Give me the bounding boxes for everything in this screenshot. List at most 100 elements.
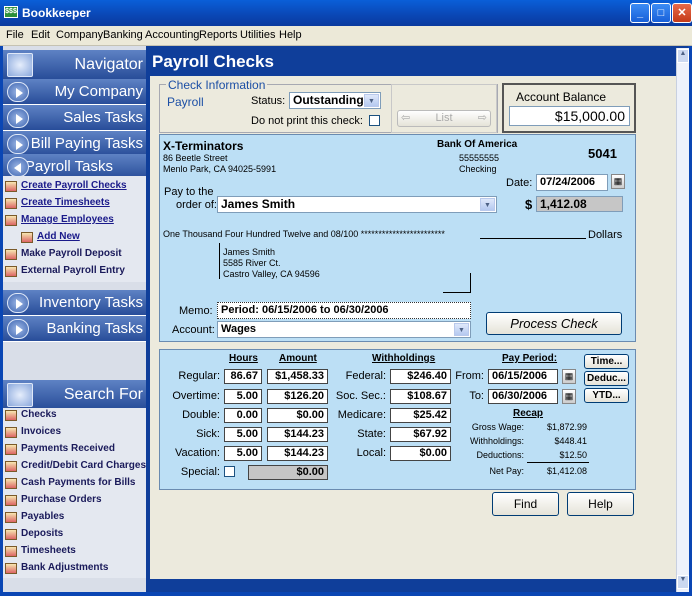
menu-banking[interactable]: Banking bbox=[103, 29, 143, 41]
address-name: James Smith bbox=[223, 247, 276, 257]
check-info-label: Check Information bbox=[166, 78, 268, 92]
signature-mark bbox=[470, 273, 471, 293]
process-check-button[interactable]: Process Check bbox=[486, 312, 622, 335]
minimize-button[interactable]: _ bbox=[630, 3, 650, 23]
check-amount-field[interactable]: 1,412.08 bbox=[536, 196, 623, 212]
nav-item-create-payroll-checks[interactable]: Create Payroll Checks bbox=[5, 178, 127, 194]
purchase-order-icon bbox=[5, 495, 17, 506]
local-value[interactable]: $0.00 bbox=[390, 446, 451, 461]
nav-item-manage-employees[interactable]: Manage Employees bbox=[5, 212, 114, 228]
menu-edit[interactable]: Edit bbox=[31, 29, 50, 41]
check-date-field[interactable]: 07/24/2006 bbox=[536, 174, 608, 191]
memo-field[interactable]: Period: 06/15/2006 to 06/30/2006 bbox=[217, 302, 471, 319]
to-label: To: bbox=[469, 390, 484, 402]
globe-icon bbox=[7, 53, 33, 77]
account-label: Account: bbox=[172, 324, 215, 336]
search-item-checks[interactable]: Checks bbox=[5, 407, 57, 423]
search-item-bank-adjustments[interactable]: Bank Adjustments bbox=[5, 560, 108, 576]
window-title: Bookkeeper bbox=[22, 6, 91, 20]
cash-icon bbox=[5, 478, 17, 489]
search-item-purchase-orders[interactable]: Purchase Orders bbox=[5, 492, 102, 508]
arrow-left-icon: ⇦ bbox=[401, 112, 411, 124]
soc-sec-value[interactable]: $108.67 bbox=[390, 389, 451, 404]
address-city: Castro Valley, CA 94596 bbox=[223, 269, 320, 279]
overtime-amount[interactable]: $126.20 bbox=[267, 389, 328, 404]
menu-utilities[interactable]: Utilities bbox=[240, 29, 275, 41]
timesheet-icon bbox=[5, 198, 17, 209]
account-select[interactable]: Wages ▼ bbox=[217, 321, 471, 338]
search-item-deposits[interactable]: Deposits bbox=[5, 526, 63, 542]
maximize-button[interactable]: □ bbox=[651, 3, 671, 23]
payee-select[interactable]: James Smith ▼ bbox=[217, 196, 497, 213]
nav-section-my-company[interactable]: My Company bbox=[3, 79, 146, 105]
title-bar[interactable]: $$$ Bookkeeper _ □ ✕ bbox=[0, 0, 692, 26]
net-pay-label: Net Pay: bbox=[489, 466, 524, 476]
special-checkbox[interactable] bbox=[224, 466, 235, 477]
sick-amount[interactable]: $144.23 bbox=[267, 427, 328, 442]
search-item-card-charges[interactable]: Credit/Debit Card Charges bbox=[5, 458, 146, 474]
state-value[interactable]: $67.92 bbox=[390, 427, 451, 442]
menu-accounting[interactable]: Accounting bbox=[145, 29, 199, 41]
nav-section-sales-tasks[interactable]: Sales Tasks bbox=[3, 105, 146, 131]
memo-label: Memo: bbox=[179, 305, 213, 317]
amount-header: Amount bbox=[279, 353, 317, 364]
status-label: Status: bbox=[251, 95, 286, 107]
deductions-button[interactable]: Deduc... bbox=[584, 371, 629, 386]
search-item-cash-payments[interactable]: Cash Payments for Bills bbox=[5, 475, 135, 491]
period-to-field[interactable]: 06/30/2006 bbox=[488, 389, 558, 404]
overtime-hours[interactable]: 5.00 bbox=[224, 389, 262, 404]
regular-hours[interactable]: 86.67 bbox=[224, 369, 262, 384]
time-button[interactable]: Time... bbox=[584, 354, 629, 369]
menu-file[interactable]: File bbox=[6, 29, 24, 41]
nav-item-make-payroll-deposit[interactable]: Make Payroll Deposit bbox=[5, 246, 122, 262]
do-not-print-checkbox[interactable] bbox=[369, 115, 380, 126]
invoice-icon bbox=[5, 427, 17, 438]
search-item-payments-received[interactable]: Payments Received bbox=[5, 441, 115, 457]
medicare-label: Medicare: bbox=[337, 409, 386, 421]
search-item-payables[interactable]: Payables bbox=[5, 509, 64, 525]
calendar-icon[interactable]: ▦ bbox=[562, 389, 576, 404]
list-button[interactable]: ⇦ List ⇨ bbox=[397, 110, 491, 127]
nav-item-add-new[interactable]: Add New bbox=[21, 229, 80, 245]
regular-amount[interactable]: $1,458.33 bbox=[267, 369, 328, 384]
close-button[interactable]: ✕ bbox=[672, 3, 692, 23]
sick-hours[interactable]: 5.00 bbox=[224, 427, 262, 442]
scroll-up-icon[interactable]: ▲ bbox=[677, 49, 689, 63]
nav-item-external-payroll-entry[interactable]: External Payroll Entry bbox=[5, 263, 125, 279]
calendar-icon[interactable]: ▦ bbox=[611, 174, 625, 189]
status-select[interactable]: Outstanding ▼ bbox=[289, 92, 381, 109]
double-amount[interactable]: $0.00 bbox=[267, 408, 328, 423]
withholdings-recap-label: Withholdings: bbox=[469, 436, 524, 446]
double-hours[interactable]: 0.00 bbox=[224, 408, 262, 423]
ytd-button[interactable]: YTD... bbox=[584, 388, 629, 403]
timesheet-icon bbox=[5, 546, 17, 557]
menu-help[interactable]: Help bbox=[279, 29, 302, 41]
nav-section-banking-tasks[interactable]: Banking Tasks bbox=[3, 316, 146, 342]
menu-reports[interactable]: Reports bbox=[199, 29, 238, 41]
nav-item-create-timesheets[interactable]: Create Timesheets bbox=[5, 195, 110, 211]
period-from-field[interactable]: 06/15/2006 bbox=[488, 369, 558, 384]
scroll-down-icon[interactable]: ▼ bbox=[677, 575, 689, 589]
medicare-value[interactable]: $25.42 bbox=[390, 408, 451, 423]
withholdings-header: Withholdings bbox=[372, 353, 436, 364]
search-item-invoices[interactable]: Invoices bbox=[5, 424, 61, 440]
double-label: Double: bbox=[182, 409, 220, 421]
nav-section-inventory-tasks[interactable]: Inventory Tasks bbox=[3, 290, 146, 316]
state-label: State: bbox=[357, 428, 386, 440]
find-button[interactable]: Find bbox=[492, 492, 559, 516]
federal-value[interactable]: $246.40 bbox=[390, 369, 451, 384]
search-item-timesheets[interactable]: Timesheets bbox=[5, 543, 76, 559]
hours-header: Hours bbox=[229, 353, 258, 364]
vacation-label: Vacation: bbox=[174, 447, 220, 459]
vacation-amount[interactable]: $144.23 bbox=[267, 446, 328, 461]
arrow-right-icon bbox=[7, 134, 29, 154]
net-pay-value: $1,412.08 bbox=[546, 466, 587, 476]
withholdings-recap-value: $448.41 bbox=[554, 436, 587, 446]
bank-adjustment-icon bbox=[5, 563, 17, 574]
account-balance-label: Account Balance bbox=[516, 90, 607, 104]
vertical-scrollbar[interactable]: ▲ ▼ bbox=[676, 48, 689, 592]
calendar-icon[interactable]: ▦ bbox=[562, 369, 576, 384]
vacation-hours[interactable]: 5.00 bbox=[224, 446, 262, 461]
menu-company[interactable]: Company bbox=[56, 29, 103, 41]
help-button[interactable]: Help bbox=[567, 492, 634, 516]
